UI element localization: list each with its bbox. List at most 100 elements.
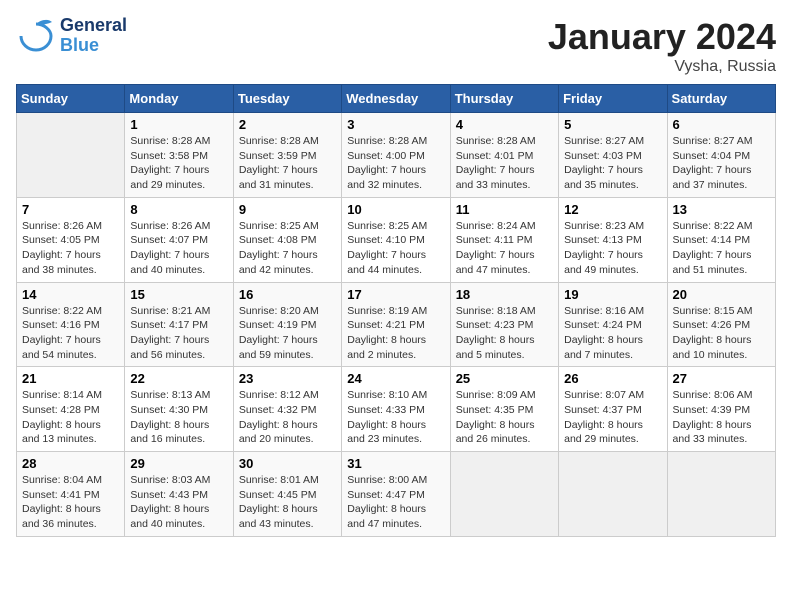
calendar-cell: 12 Sunrise: 8:23 AMSunset: 4:13 PMDayligh… bbox=[559, 197, 667, 282]
calendar-cell: 28 Sunrise: 8:04 AMSunset: 4:41 PMDayligh… bbox=[17, 452, 125, 537]
header-wednesday: Wednesday bbox=[342, 85, 450, 113]
calendar-title: January 2024 bbox=[548, 16, 776, 58]
day-info: Sunrise: 8:03 AMSunset: 4:43 PMDaylight:… bbox=[130, 473, 227, 532]
day-info: Sunrise: 8:28 AMSunset: 4:01 PMDaylight:… bbox=[456, 134, 553, 193]
day-info: Sunrise: 8:12 AMSunset: 4:32 PMDaylight:… bbox=[239, 388, 336, 447]
day-number: 26 bbox=[564, 371, 661, 386]
calendar-cell bbox=[559, 452, 667, 537]
day-number: 24 bbox=[347, 371, 444, 386]
day-number: 14 bbox=[22, 287, 119, 302]
header-row: Sunday Monday Tuesday Wednesday Thursday… bbox=[17, 85, 776, 113]
day-number: 18 bbox=[456, 287, 553, 302]
day-number: 9 bbox=[239, 202, 336, 217]
day-number: 21 bbox=[22, 371, 119, 386]
page-header: General Blue January 2024 Vysha, Russia bbox=[16, 16, 776, 76]
day-number: 27 bbox=[673, 371, 770, 386]
calendar-cell: 7 Sunrise: 8:26 AMSunset: 4:05 PMDaylight… bbox=[17, 197, 125, 282]
day-number: 6 bbox=[673, 117, 770, 132]
day-number: 15 bbox=[130, 287, 227, 302]
header-friday: Friday bbox=[559, 85, 667, 113]
day-info: Sunrise: 8:16 AMSunset: 4:24 PMDaylight:… bbox=[564, 304, 661, 363]
calendar-cell: 16 Sunrise: 8:20 AMSunset: 4:19 PMDayligh… bbox=[233, 282, 341, 367]
logo-icon bbox=[16, 16, 56, 56]
calendar-cell: 30 Sunrise: 8:01 AMSunset: 4:45 PMDayligh… bbox=[233, 452, 341, 537]
day-info: Sunrise: 8:25 AMSunset: 4:10 PMDaylight:… bbox=[347, 219, 444, 278]
header-tuesday: Tuesday bbox=[233, 85, 341, 113]
day-info: Sunrise: 8:26 AMSunset: 4:07 PMDaylight:… bbox=[130, 219, 227, 278]
calendar-cell: 17 Sunrise: 8:19 AMSunset: 4:21 PMDayligh… bbox=[342, 282, 450, 367]
day-info: Sunrise: 8:22 AMSunset: 4:16 PMDaylight:… bbox=[22, 304, 119, 363]
calendar-cell bbox=[667, 452, 775, 537]
day-number: 19 bbox=[564, 287, 661, 302]
day-number: 3 bbox=[347, 117, 444, 132]
day-info: Sunrise: 8:14 AMSunset: 4:28 PMDaylight:… bbox=[22, 388, 119, 447]
day-info: Sunrise: 8:27 AMSunset: 4:03 PMDaylight:… bbox=[564, 134, 661, 193]
day-info: Sunrise: 8:28 AMSunset: 3:58 PMDaylight:… bbox=[130, 134, 227, 193]
header-monday: Monday bbox=[125, 85, 233, 113]
day-number: 11 bbox=[456, 202, 553, 217]
day-number: 10 bbox=[347, 202, 444, 217]
logo-general: General bbox=[60, 16, 127, 36]
day-info: Sunrise: 8:26 AMSunset: 4:05 PMDaylight:… bbox=[22, 219, 119, 278]
day-info: Sunrise: 8:19 AMSunset: 4:21 PMDaylight:… bbox=[347, 304, 444, 363]
calendar-cell: 6 Sunrise: 8:27 AMSunset: 4:04 PMDaylight… bbox=[667, 113, 775, 198]
calendar-cell: 26Sunrise: 8:07 AMSunset: 4:37 PMDayligh… bbox=[559, 367, 667, 452]
day-number: 30 bbox=[239, 456, 336, 471]
calendar-subtitle: Vysha, Russia bbox=[548, 58, 776, 76]
day-number: 12 bbox=[564, 202, 661, 217]
day-info: Sunrise: 8:01 AMSunset: 4:45 PMDaylight:… bbox=[239, 473, 336, 532]
calendar-cell: 15 Sunrise: 8:21 AMSunset: 4:17 PMDayligh… bbox=[125, 282, 233, 367]
day-info: Sunrise: 8:00 AMSunset: 4:47 PMDaylight:… bbox=[347, 473, 444, 532]
calendar-cell bbox=[17, 113, 125, 198]
day-number: 8 bbox=[130, 202, 227, 217]
day-number: 31 bbox=[347, 456, 444, 471]
calendar-cell: 19 Sunrise: 8:16 AMSunset: 4:24 PMDayligh… bbox=[559, 282, 667, 367]
logo: General Blue bbox=[16, 16, 127, 56]
calendar-week-5: 28 Sunrise: 8:04 AMSunset: 4:41 PMDayligh… bbox=[17, 452, 776, 537]
calendar-cell: 8 Sunrise: 8:26 AMSunset: 4:07 PMDaylight… bbox=[125, 197, 233, 282]
calendar-cell: 31 Sunrise: 8:00 AMSunset: 4:47 PMDayligh… bbox=[342, 452, 450, 537]
day-info: Sunrise: 8:09 AMSunset: 4:35 PMDaylight:… bbox=[456, 388, 553, 447]
title-block: January 2024 Vysha, Russia bbox=[548, 16, 776, 76]
day-info: Sunrise: 8:28 AMSunset: 4:00 PMDaylight:… bbox=[347, 134, 444, 193]
day-number: 23 bbox=[239, 371, 336, 386]
calendar-table: Sunday Monday Tuesday Wednesday Thursday… bbox=[16, 84, 776, 537]
calendar-cell: 21 Sunrise: 8:14 AMSunset: 4:28 PMDayligh… bbox=[17, 367, 125, 452]
day-info: Sunrise: 8:27 AMSunset: 4:04 PMDaylight:… bbox=[673, 134, 770, 193]
day-info: Sunrise: 8:06 AMSunset: 4:39 PMDaylight:… bbox=[673, 388, 770, 447]
header-sunday: Sunday bbox=[17, 85, 125, 113]
day-number: 13 bbox=[673, 202, 770, 217]
day-info: Sunrise: 8:20 AMSunset: 4:19 PMDaylight:… bbox=[239, 304, 336, 363]
day-info: Sunrise: 8:15 AMSunset: 4:26 PMDaylight:… bbox=[673, 304, 770, 363]
logo-text: General Blue bbox=[60, 16, 127, 56]
day-number: 25 bbox=[456, 371, 553, 386]
calendar-cell: 23 Sunrise: 8:12 AMSunset: 4:32 PMDayligh… bbox=[233, 367, 341, 452]
day-number: 2 bbox=[239, 117, 336, 132]
day-info: Sunrise: 8:22 AMSunset: 4:14 PMDaylight:… bbox=[673, 219, 770, 278]
calendar-cell: 22Sunrise: 8:13 AMSunset: 4:30 PMDayligh… bbox=[125, 367, 233, 452]
calendar-cell: 20Sunrise: 8:15 AMSunset: 4:26 PMDayligh… bbox=[667, 282, 775, 367]
calendar-body: 1Sunrise: 8:28 AMSunset: 3:58 PMDaylight… bbox=[17, 113, 776, 537]
calendar-cell bbox=[450, 452, 558, 537]
day-info: Sunrise: 8:21 AMSunset: 4:17 PMDaylight:… bbox=[130, 304, 227, 363]
day-info: Sunrise: 8:18 AMSunset: 4:23 PMDaylight:… bbox=[456, 304, 553, 363]
day-info: Sunrise: 8:23 AMSunset: 4:13 PMDaylight:… bbox=[564, 219, 661, 278]
calendar-cell: 25 Sunrise: 8:09 AMSunset: 4:35 PMDayligh… bbox=[450, 367, 558, 452]
calendar-cell: 10 Sunrise: 8:25 AMSunset: 4:10 PMDayligh… bbox=[342, 197, 450, 282]
logo-blue: Blue bbox=[60, 36, 127, 56]
calendar-week-2: 7 Sunrise: 8:26 AMSunset: 4:05 PMDaylight… bbox=[17, 197, 776, 282]
day-number: 28 bbox=[22, 456, 119, 471]
calendar-week-4: 21 Sunrise: 8:14 AMSunset: 4:28 PMDayligh… bbox=[17, 367, 776, 452]
day-info: Sunrise: 8:04 AMSunset: 4:41 PMDaylight:… bbox=[22, 473, 119, 532]
day-number: 4 bbox=[456, 117, 553, 132]
day-number: 7 bbox=[22, 202, 119, 217]
day-number: 16 bbox=[239, 287, 336, 302]
day-info: Sunrise: 8:24 AMSunset: 4:11 PMDaylight:… bbox=[456, 219, 553, 278]
calendar-cell: 5Sunrise: 8:27 AMSunset: 4:03 PMDaylight… bbox=[559, 113, 667, 198]
day-number: 17 bbox=[347, 287, 444, 302]
day-info: Sunrise: 8:10 AMSunset: 4:33 PMDaylight:… bbox=[347, 388, 444, 447]
calendar-header: Sunday Monday Tuesday Wednesday Thursday… bbox=[17, 85, 776, 113]
day-info: Sunrise: 8:25 AMSunset: 4:08 PMDaylight:… bbox=[239, 219, 336, 278]
day-number: 29 bbox=[130, 456, 227, 471]
calendar-cell: 27 Sunrise: 8:06 AMSunset: 4:39 PMDayligh… bbox=[667, 367, 775, 452]
